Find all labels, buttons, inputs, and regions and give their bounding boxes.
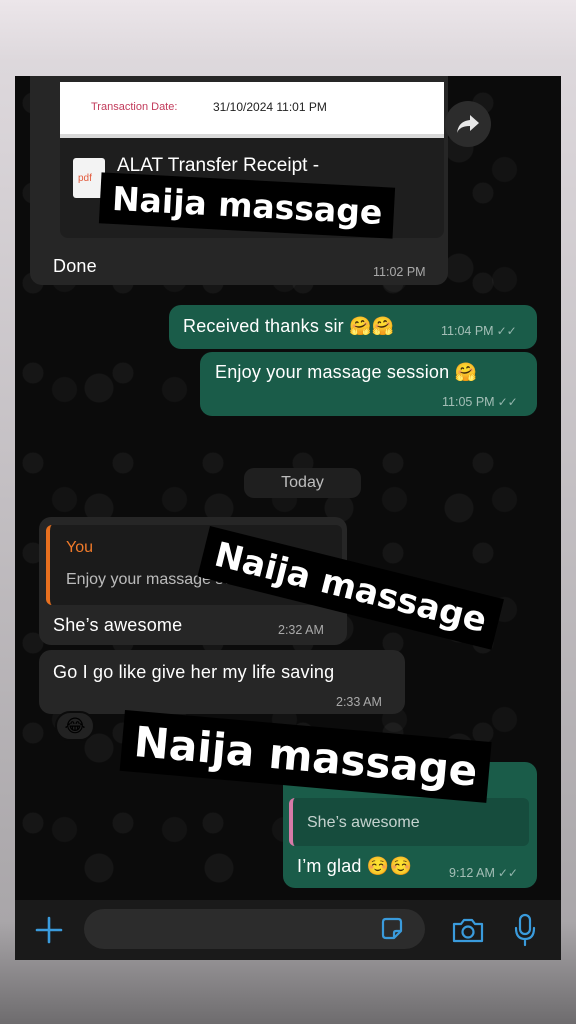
message-time: 11:02 PM bbox=[373, 265, 426, 279]
message-time: 11:05 PM ✓✓ bbox=[442, 395, 518, 409]
attach-button[interactable] bbox=[31, 912, 67, 948]
attachment-title: ALAT Transfer Receipt - bbox=[117, 155, 320, 176]
outgoing-message-bubble[interactable]: Received thanks sir 🤗🤗 11:04 PM ✓✓ bbox=[169, 305, 537, 349]
sticker-icon bbox=[381, 917, 403, 940]
outgoing-message-bubble[interactable]: Enjoy your massage session 🤗 11:05 PM ✓✓ bbox=[200, 352, 537, 416]
message-time: 2:32 AM bbox=[278, 623, 324, 637]
message-text: Enjoy your massage session 🤗 bbox=[215, 362, 478, 382]
receipt-image[interactable]: Transaction Date: 31/10/2024 11:01 PM bbox=[60, 82, 444, 138]
message-time: 9:12 AM ✓✓ bbox=[449, 866, 518, 880]
forward-button[interactable] bbox=[445, 101, 491, 147]
transaction-date-value: 31/10/2024 11:01 PM bbox=[213, 100, 327, 114]
incoming-message-bubble[interactable]: Go I go like give her my life saving 2:3… bbox=[39, 650, 405, 714]
microphone-icon bbox=[514, 913, 536, 947]
camera-button[interactable] bbox=[449, 912, 487, 948]
message-text: Go I go like give her my life saving bbox=[53, 662, 335, 682]
quoted-message[interactable]: She’s awesome bbox=[289, 798, 529, 846]
message-text: I’m glad ☺️☺️ bbox=[297, 856, 413, 876]
message-text: Done bbox=[53, 256, 97, 276]
voice-message-button[interactable] bbox=[509, 910, 541, 950]
quote-author: You bbox=[66, 539, 93, 556]
message-time: 11:04 PM ✓✓ bbox=[441, 324, 517, 338]
message-input-bar bbox=[15, 900, 561, 960]
camera-icon bbox=[452, 918, 484, 943]
message-time: 2:33 AM bbox=[336, 695, 382, 709]
sticker-button[interactable] bbox=[378, 915, 406, 943]
message-text: She’s awesome bbox=[53, 615, 183, 635]
chat-screen: Transaction Date: 31/10/2024 11:01 PM pd… bbox=[15, 76, 561, 960]
read-ticks-icon: ✓✓ bbox=[497, 866, 518, 880]
message-input[interactable] bbox=[84, 909, 425, 949]
read-ticks-icon: ✓✓ bbox=[496, 324, 517, 338]
message-reaction[interactable]: 😂 bbox=[55, 711, 95, 741]
forward-arrow-icon bbox=[457, 115, 479, 133]
quote-text: She’s awesome bbox=[307, 814, 420, 831]
date-divider: Today bbox=[244, 468, 361, 498]
read-ticks-icon: ✓✓ bbox=[497, 395, 518, 409]
transaction-date-label: Transaction Date: bbox=[91, 101, 178, 113]
plus-icon bbox=[35, 916, 63, 944]
message-text: Received thanks sir 🤗🤗 bbox=[183, 316, 395, 336]
